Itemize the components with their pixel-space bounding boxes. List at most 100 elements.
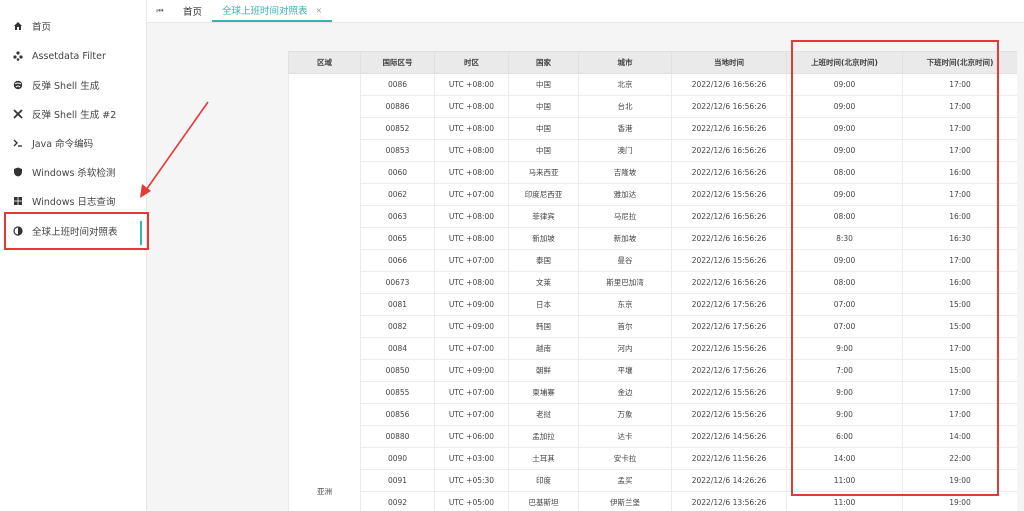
table-cell-city: 平壤 [578, 359, 672, 382]
sidebar-item-windows-av[interactable]: Windows 杀软检测 [0, 158, 146, 186]
table-cell-local: 2022/12/6 16:56:26 [671, 205, 787, 228]
table-cell-city: 澳门 [578, 139, 672, 162]
table-cell-start: 9:00 [786, 381, 903, 404]
table-cell-tz: UTC +08:00 [434, 139, 509, 162]
table-cell-tz: UTC +08:00 [434, 117, 509, 140]
table-row: 0060 UTC +08:00 马来西亚 吉隆坡 2022/12/6 16:56:26 0… [289, 161, 1017, 184]
tab-label: 全球上班时间对照表 [222, 6, 308, 17]
table-cell-end: 17:00 [902, 249, 1017, 272]
sidebar-item-label: 反弹 Shell 生成 [32, 81, 100, 92]
table-cell-country: 中国 [508, 73, 579, 96]
table-cell-tz: UTC +08:00 [434, 95, 509, 118]
table-cell-local: 2022/12/6 16:56:26 [671, 161, 787, 184]
sidebar-item-label: Assetdata Filter [32, 50, 106, 62]
table-cell-start: 09:00 [786, 249, 903, 272]
table-cell-code: 00886 [360, 95, 435, 118]
table-cell-code: 00856 [360, 403, 435, 426]
table-header-row: 区域 国际区号 时区 国家 城市 当地时间 上班时间(北京时间) 下班时间(北京… [288, 51, 1017, 74]
table-cell-code: 0082 [360, 315, 435, 338]
table-cell-start: 9:00 [786, 337, 903, 360]
table-cell-start: 14:00 [786, 447, 903, 470]
table-cell-tz: UTC +08:00 [434, 73, 509, 96]
table-cell-city: 达卡 [578, 425, 672, 448]
table-row: 0092 UTC +05:00 巴基斯坦 伊斯兰堡 2022/12/6 13:56:26… [289, 491, 1017, 511]
table-cell-code: 0060 [360, 161, 435, 184]
table-cell-country: 日本 [508, 293, 579, 316]
tab-bar: ⏮ 首页 全球上班时间对照表 × [147, 0, 1024, 23]
collapse-tabs-icon[interactable]: ⏮ [147, 0, 173, 22]
sidebar-item-windows-log[interactable]: Windows 日志查询 [0, 187, 146, 215]
table-cell-code: 00673 [360, 271, 435, 294]
table-cell-local: 2022/12/6 16:56:26 [671, 271, 787, 294]
table-cell-tz: UTC +07:00 [434, 381, 509, 404]
table-cell-country: 老挝 [508, 403, 579, 426]
table-cell-code: 00855 [360, 381, 435, 404]
sidebar-item-home[interactable]: 首页 [0, 12, 146, 40]
table-cell-code: 00850 [360, 359, 435, 382]
table-cell-city: 新加坡 [578, 227, 672, 250]
column-header: 区域 [288, 51, 361, 74]
table-cell-end: 17:00 [902, 183, 1017, 206]
sidebar: 首页 Assetdata Filter 反弹 Shell 生成 反弹 Shell… [0, 0, 147, 511]
table-cell-tz: UTC +07:00 [434, 337, 509, 360]
table-cell-start: 11:00 [786, 469, 903, 492]
table-row: 0062 UTC +07:00 印度尼西亚 雅加达 2022/12/6 15:56:26… [289, 183, 1017, 206]
globe-icon [12, 79, 24, 91]
table-cell-start: 7:00 [786, 359, 903, 382]
table-cell-start: 8:30 [786, 227, 903, 250]
table-cell-end: 17:00 [902, 403, 1017, 426]
table-cell-code: 00880 [360, 425, 435, 448]
table-cell-start: 11:00 [786, 491, 903, 511]
table-cell-end: 14:00 [902, 425, 1017, 448]
tab-worktime-table[interactable]: 全球上班时间对照表 × [212, 0, 333, 22]
table-cell-tz: UTC +08:00 [434, 205, 509, 228]
table-cell-country: 中国 [508, 117, 579, 140]
table-cell-start: 07:00 [786, 293, 903, 316]
table-cell-local: 2022/12/6 15:56:26 [671, 403, 787, 426]
halfcircle-icon [12, 225, 24, 237]
sidebar-item-worktime-table[interactable]: 全球上班时间对照表 [0, 217, 146, 245]
sidebar-item-java-encode[interactable]: Java 命令编码 [0, 129, 146, 157]
table-cell-country: 马来西亚 [508, 161, 579, 184]
table-cell-local: 2022/12/6 15:56:26 [671, 381, 787, 404]
table-cell-tz: UTC +09:00 [434, 315, 509, 338]
table-row: 0081 UTC +09:00 日本 东京 2022/12/6 17:56:26 07:0… [289, 293, 1017, 316]
tab-home[interactable]: 首页 [173, 0, 212, 22]
table-cell-city: 首尔 [578, 315, 672, 338]
table-cell-end: 16:30 [902, 227, 1017, 250]
active-indicator [140, 221, 142, 245]
sidebar-item-reverse-shell[interactable]: 反弹 Shell 生成 [0, 71, 146, 99]
table-row: 亚洲 0086 UTC +08:00 中国 北京 2022/12/6 16:56:26 09… [288, 73, 1017, 511]
table-cell-start: 09:00 [786, 139, 903, 162]
table-cell-code: 00852 [360, 117, 435, 140]
table-row: 0066 UTC +07:00 泰国 曼谷 2022/12/6 15:56:26 09:0… [289, 249, 1017, 272]
column-header: 上班时间(北京时间) [786, 51, 903, 74]
table-cell-end: 15:00 [902, 359, 1017, 382]
table-cell-code: 0081 [360, 293, 435, 316]
column-header: 时区 [434, 51, 509, 74]
table-cell-country: 韩国 [508, 315, 579, 338]
sidebar-item-label: 反弹 Shell 生成 #2 [32, 110, 117, 121]
table-cell-city: 万象 [578, 403, 672, 426]
table-cell-local: 2022/12/6 16:56:26 [671, 95, 787, 118]
table-cell-city: 台北 [578, 95, 672, 118]
close-icon[interactable]: × [316, 6, 323, 15]
table-cell-city: 孟买 [578, 469, 672, 492]
column-header: 当地时间 [671, 51, 787, 74]
table-cell-tz: UTC +08:00 [434, 227, 509, 250]
table-cell-tz: UTC +07:00 [434, 249, 509, 272]
table-cell-end: 15:00 [902, 293, 1017, 316]
tools-icon [12, 108, 24, 120]
sidebar-item-reverse-shell-2[interactable]: 反弹 Shell 生成 #2 [0, 100, 146, 128]
table-row: 0082 UTC +09:00 韩国 首尔 2022/12/6 17:56:26 07:0… [289, 315, 1017, 338]
table-cell-city: 伊斯兰堡 [578, 491, 672, 511]
table-row: 00856 UTC +07:00 老挝 万象 2022/12/6 15:56:26 9:0… [289, 403, 1017, 426]
table-cell-end: 16:00 [902, 271, 1017, 294]
column-header: 国家 [508, 51, 579, 74]
table-cell-country: 新加坡 [508, 227, 579, 250]
sidebar-item-assetdata-filter[interactable]: Assetdata Filter [0, 42, 146, 70]
table-cell-code: 0062 [360, 183, 435, 206]
table-cell-end: 22:00 [902, 447, 1017, 470]
table-cell-local: 2022/12/6 16:56:26 [671, 73, 787, 96]
table-cell-country: 中国 [508, 95, 579, 118]
